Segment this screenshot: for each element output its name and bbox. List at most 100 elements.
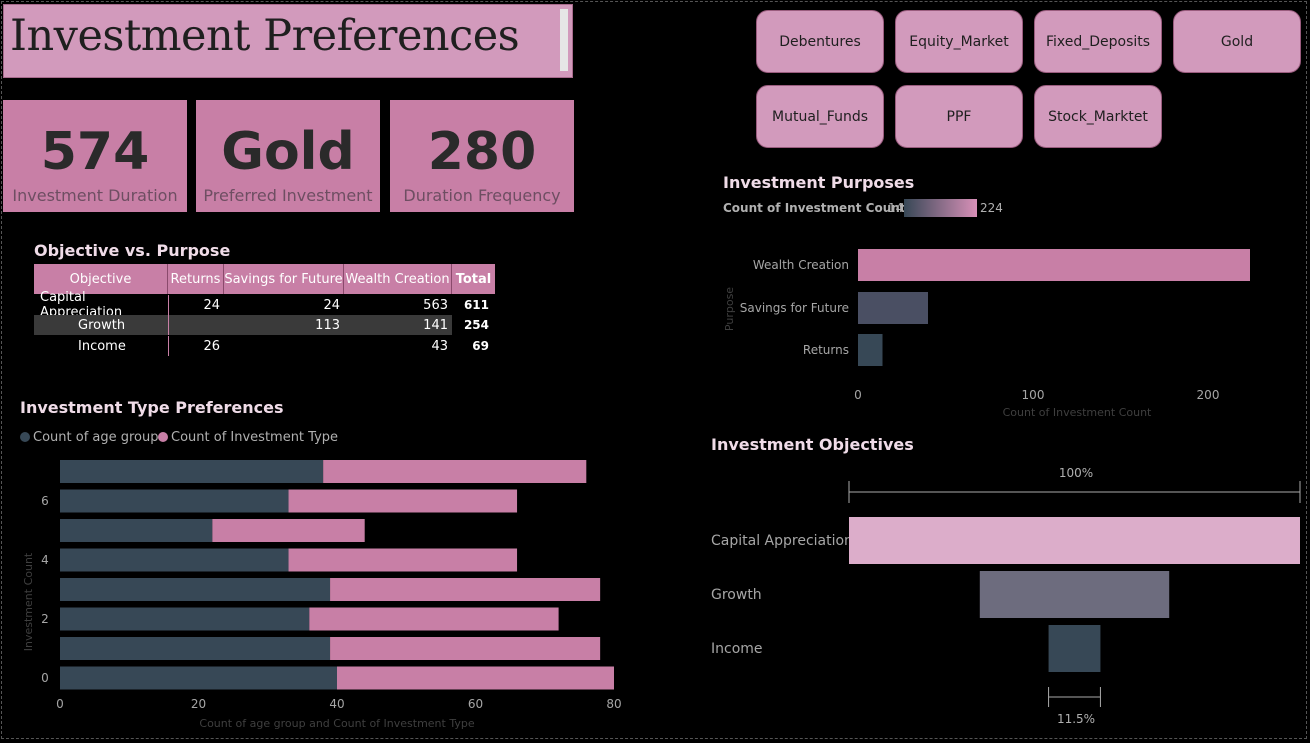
bar-age-group[interactable] (60, 637, 331, 660)
funnel-category-label: Capital Appreciation (711, 533, 853, 549)
y-tick-label: 6 (41, 494, 49, 508)
slicer-button-debentures[interactable]: Debentures (756, 10, 884, 73)
table-row: Income 26 43 69 (34, 336, 495, 356)
bar-investment-type[interactable] (288, 489, 518, 513)
funnel-bar[interactable] (1048, 625, 1101, 672)
bar-age-group[interactable] (60, 607, 310, 631)
matrix-cell-wealth: 563 (423, 297, 448, 313)
matrix-cell-objective: Income (78, 338, 126, 354)
bar-age-group[interactable] (60, 548, 289, 572)
matrix-title: Objective vs. Purpose (34, 241, 231, 260)
purpose-bar[interactable] (858, 334, 883, 366)
funnel-bottom-label: 11.5% (1057, 712, 1095, 726)
matrix-cell-wealth: 141 (423, 317, 448, 333)
matrix-total-cell-wrap: 254 (452, 315, 495, 335)
legend-dot-age-group (20, 432, 30, 442)
funnel-bar[interactable] (849, 517, 1300, 564)
kpi-preferred-investment: Gold Preferred Investment (196, 100, 380, 212)
matrix-cell-objective: Capital Appreciation (40, 290, 123, 320)
bar-investment-type[interactable] (212, 519, 365, 542)
slicer-button-mutual-funds[interactable]: Mutual_Funds (756, 85, 884, 148)
matrix-cell-savings: 24 (323, 297, 340, 313)
bar-age-group[interactable] (60, 578, 331, 601)
slicer-button-fixed-deposits[interactable]: Fixed_Deposits (1034, 10, 1162, 73)
slicer-button-gold[interactable]: Gold (1173, 10, 1301, 73)
matrix-header-returns[interactable]: Returns (168, 264, 224, 294)
legend-label: Count of Investment Count (723, 201, 906, 215)
matrix-cell-returns: 24 (168, 295, 224, 315)
bar-investment-type[interactable] (288, 548, 518, 572)
type-pref-chart-title: Investment Type Preferences (20, 398, 284, 417)
legend-dot-investment-type (158, 432, 168, 442)
slicer-button-equity-market[interactable]: Equity_Market (895, 10, 1023, 73)
y-tick-label: 0 (41, 671, 49, 685)
page-title: Investment Preferences (10, 11, 520, 61)
kpi-label: Investment Duration (12, 186, 178, 205)
matrix-cell-savings (224, 336, 344, 356)
purpose-bar[interactable] (858, 292, 928, 324)
x-tick-label: 200 (1197, 388, 1220, 402)
purpose-category-label: Savings for Future (740, 301, 849, 315)
bar-investment-type[interactable] (309, 607, 559, 631)
x-tick-label: 0 (854, 388, 862, 402)
funnel-top-label: 100% (1059, 466, 1093, 480)
kpi-label: Preferred Investment (203, 186, 373, 205)
y-axis-label: Investment Count (22, 552, 35, 651)
bar-investment-type[interactable] (337, 666, 614, 690)
legend-max: 224 (980, 201, 1003, 215)
legend-min: 14 (888, 201, 903, 215)
y-axis-label: Purpose (723, 287, 736, 331)
matrix-cell-returns: 26 (168, 336, 224, 356)
funnel-category-label: Income (711, 641, 763, 657)
objectives-funnel-chart: 100% Capital Appreciation Growth Income 11… (711, 466, 1301, 726)
x-tick-label: 60 (468, 697, 483, 711)
legend-gradient (904, 199, 977, 217)
matrix-header-total[interactable]: Total (452, 264, 495, 294)
matrix-cell-total: 611 (463, 298, 489, 312)
type-preferences-chart: Count of age group Count of Investment T… (20, 430, 622, 730)
table-row: Capital Appreciation 24 24 563 611 (34, 290, 495, 320)
bar-age-group[interactable] (60, 666, 337, 690)
x-tick-label: 40 (329, 697, 344, 711)
bar-age-group[interactable] (60, 460, 324, 483)
matrix-cell-returns (168, 315, 224, 335)
title-scrollbar[interactable] (560, 9, 568, 71)
matrix-header-wealth[interactable]: Wealth Creation (344, 264, 452, 294)
legend-age-group: Count of age group (33, 430, 159, 445)
bar-investment-type[interactable] (330, 637, 601, 660)
purpose-category-label: Wealth Creation (753, 258, 849, 272)
matrix-header-savings[interactable]: Savings for Future (224, 264, 344, 294)
matrix-cell-total: 69 (472, 339, 489, 353)
kpi-investment-duration: 574 Investment Duration (3, 100, 187, 212)
y-tick-label: 4 (41, 553, 49, 567)
x-tick-label: 0 (56, 697, 64, 711)
slicer-button-ppf[interactable]: PPF (895, 85, 1023, 148)
purpose-category-label: Returns (803, 343, 849, 357)
kpi-value: 280 (427, 122, 537, 182)
objectives-chart-title: Investment Objectives (711, 435, 914, 454)
bar-investment-type[interactable] (330, 578, 601, 601)
matrix-cell-savings: 113 (315, 317, 340, 333)
matrix-cell-wealth: 43 (431, 338, 448, 354)
matrix-cell-total: 254 (463, 318, 489, 332)
x-tick-label: 100 (1022, 388, 1045, 402)
funnel-bar[interactable] (979, 571, 1170, 618)
kpi-value: 574 (40, 122, 150, 182)
x-tick-label: 80 (606, 697, 621, 711)
kpi-duration-frequency: 280 Duration Frequency (390, 100, 574, 212)
purposes-chart-title: Investment Purposes (723, 173, 915, 192)
x-tick-label: 20 (191, 697, 206, 711)
y-tick-label: 2 (41, 612, 49, 626)
bar-age-group[interactable] (60, 519, 213, 542)
purpose-bar[interactable] (858, 249, 1250, 281)
legend-investment-type: Count of Investment Type (171, 430, 338, 445)
slicer-button-stock-market[interactable]: Stock_Marktet (1034, 85, 1162, 148)
purposes-chart: Count of Investment Count 14 224 Wealth … (723, 199, 1250, 419)
x-axis-label: Count of Investment Count (1003, 406, 1152, 419)
kpi-value: Gold (221, 122, 355, 182)
bar-age-group[interactable] (60, 489, 289, 513)
funnel-category-label: Growth (711, 587, 762, 603)
title-box: Investment Preferences (3, 4, 573, 78)
bar-investment-type[interactable] (323, 460, 587, 483)
x-axis-label: Count of age group and Count of Investme… (199, 717, 474, 730)
